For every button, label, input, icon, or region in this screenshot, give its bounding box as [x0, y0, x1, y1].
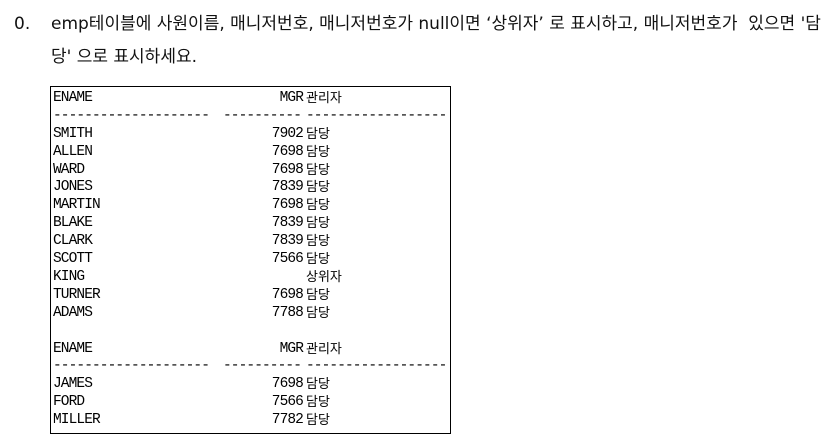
cell-mgr: 7788 [271, 304, 304, 321]
result-page-2: ENAME MGR 관리자 -------------------- ---------… [53, 341, 450, 430]
cell-mgr: 7698 [271, 197, 304, 214]
cell-manager: 담당 [306, 144, 330, 160]
page-gap [53, 323, 450, 341]
header-separator-row: -------------------- ---------- ----------… [53, 358, 450, 376]
cell-mgr: 7698 [271, 143, 304, 160]
cell-manager: 담당 [306, 287, 330, 303]
table-row: WARD 7698 담당 [53, 162, 450, 180]
separator-dashes: -------------------- [53, 107, 210, 124]
cell-mgr: 7839 [271, 179, 304, 196]
cell-mgr: 7698 [271, 161, 304, 178]
cell-mgr: 7782 [271, 412, 304, 429]
separator-dashes: ------------------ [306, 358, 447, 375]
cell-ename: KING [53, 268, 85, 285]
separator-dashes: ---------- [223, 358, 302, 375]
cell-manager: 담당 [306, 377, 330, 393]
table-row: JAMES 7698 담당 [53, 376, 450, 394]
column-header-manager: 관리자 [306, 91, 342, 106]
column-header-manager: 관리자 [306, 341, 342, 357]
separator-dashes: ------------------ [306, 107, 447, 124]
cell-mgr: 7902 [271, 125, 304, 142]
cell-manager: 담당 [306, 162, 330, 178]
column-header-mgr: MGR [279, 340, 304, 357]
cell-manager: 담당 [306, 198, 330, 214]
question-text: emp테이블에 사원이름, 매니저번호, 매니저번호가 null이면 ‘상위자’… [51, 14, 821, 67]
table-row: JONES 7839 담당 [53, 179, 450, 197]
table-row: KING 상위자 [53, 269, 450, 287]
table-row: BLAKE 7839 담당 [53, 215, 450, 233]
cell-manager: 담당 [306, 126, 330, 142]
question: 0. emp테이블에 사원이름, 매니저번호, 매니저번호가 null이면 ‘상… [14, 8, 824, 74]
cell-mgr: 7839 [271, 233, 304, 250]
cell-manager: 담당 [306, 234, 330, 250]
table-row: SCOTT 7566 담당 [53, 251, 450, 269]
cell-mgr: 7698 [271, 286, 304, 303]
cell-manager: 담당 [306, 413, 330, 429]
separator-dashes: ---------- [223, 107, 302, 124]
cell-manager: 담당 [306, 395, 330, 411]
separator-dashes: -------------------- [53, 358, 210, 375]
cell-manager: 담당 [306, 180, 330, 196]
question-number: 0. [14, 14, 31, 34]
cell-manager: 상위자 [306, 269, 342, 285]
table-row: CLARK 7839 담당 [53, 233, 450, 251]
query-result-box: ENAME MGR 관리자 -------------------- ---------… [50, 86, 451, 434]
cell-manager: 담당 [306, 305, 330, 321]
result-header-row: ENAME MGR 관리자 [53, 341, 450, 359]
header-separator-row: -------------------- ---------- ----------… [53, 108, 450, 126]
table-row: FORD 7566 담당 [53, 394, 450, 412]
table-row: ADAMS 7788 담당 [53, 305, 450, 323]
result-header-row: ENAME MGR 관리자 [53, 90, 450, 108]
cell-manager: 담당 [306, 216, 330, 232]
cell-mgr: 7839 [271, 215, 304, 232]
table-row: SMITH 7902 담당 [53, 126, 450, 144]
table-row: TURNER 7698 담당 [53, 287, 450, 305]
cell-mgr: 7566 [271, 251, 304, 268]
column-header-mgr: MGR [279, 90, 304, 106]
cell-manager: 담당 [306, 252, 330, 268]
cell-mgr: 7566 [271, 394, 304, 411]
result-page-1: ENAME MGR 관리자 -------------------- ---------… [53, 90, 450, 323]
cell-mgr: 7698 [271, 376, 304, 393]
table-row: ALLEN 7698 담당 [53, 144, 450, 162]
table-row: MARTIN 7698 담당 [53, 197, 450, 215]
table-row: MILLER 7782 담당 [53, 412, 450, 430]
